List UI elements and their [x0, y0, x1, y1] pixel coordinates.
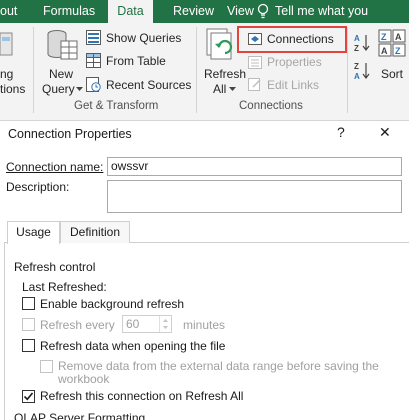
description-input[interactable]	[107, 180, 402, 213]
spinner-arrows-icon	[163, 319, 168, 329]
sort-az-icon: A Z	[354, 34, 370, 53]
recent-sources-icon	[86, 77, 101, 92]
remove-data-label-line2: workbook	[58, 372, 110, 386]
connection-name-label: Connection name:	[6, 160, 104, 174]
svg-text:A: A	[354, 72, 360, 81]
refresh-all-label-line2[interactable]: All	[213, 82, 226, 96]
svg-text:A: A	[381, 46, 388, 56]
tab-review[interactable]: Review	[173, 0, 214, 23]
sort-za-icon: Z A	[354, 62, 370, 81]
tab-usage[interactable]: Usage	[7, 221, 60, 244]
refresh-all-label-line1[interactable]: Refresh	[204, 67, 246, 81]
background-refresh-label: Enable background refresh	[40, 297, 185, 311]
refresh-minutes-spinner[interactable]: 60	[122, 315, 172, 333]
properties-button[interactable]: Properties	[267, 55, 322, 69]
refresh-every-label: Refresh every	[40, 318, 115, 332]
chevron-down-icon	[76, 87, 83, 91]
new-query-label-line2[interactable]: Query	[42, 82, 75, 96]
edit-links-icon	[248, 78, 261, 91]
ribbon-separator	[33, 27, 34, 113]
show-queries-icon	[86, 30, 101, 45]
recent-sources-button[interactable]: Recent Sources	[106, 78, 191, 92]
existing-connections-icon	[0, 32, 13, 56]
tab-view[interactable]: View	[227, 0, 254, 23]
description-label: Description:	[6, 180, 70, 194]
edit-links-button[interactable]: Edit Links	[267, 78, 319, 92]
connection-name-input[interactable]: owssvr	[107, 157, 402, 176]
dialog-title-bar: Connection Properties ? ✕	[0, 121, 409, 147]
svg-text:A: A	[354, 34, 360, 43]
new-query-icon	[47, 30, 78, 60]
sort-dialog-icon: Z A A Z	[378, 29, 406, 57]
refresh-all-label: Refresh this connection on Refresh All	[40, 389, 244, 403]
chevron-down-icon	[229, 87, 236, 91]
from-table-icon	[86, 53, 101, 68]
refresh-control-label: Refresh control	[14, 260, 96, 274]
background-refresh-checkbox[interactable]	[22, 297, 35, 310]
svg-text:Z: Z	[354, 44, 359, 53]
show-queries-button[interactable]: Show Queries	[106, 31, 181, 45]
existing-connections-partial-line1[interactable]: ng	[0, 67, 13, 81]
ribbon-body: ng tions New Query Show Queries From Tab…	[0, 23, 409, 121]
last-refreshed-label: Last Refreshed:	[22, 280, 107, 294]
refresh-on-open-label: Refresh data when opening the file	[40, 339, 226, 353]
connections-icon	[248, 33, 262, 45]
svg-text:Z: Z	[354, 62, 359, 71]
svg-text:Z: Z	[395, 46, 401, 56]
svg-text:A: A	[395, 32, 402, 42]
spinner-buttons[interactable]	[159, 316, 171, 332]
connections-button[interactable]: Connections	[267, 32, 334, 46]
svg-text:Z: Z	[381, 32, 387, 42]
refresh-on-open-checkbox[interactable]	[22, 339, 35, 352]
properties-icon	[248, 56, 262, 69]
group-label-connections: Connections	[239, 100, 303, 112]
help-button[interactable]: ?	[337, 124, 345, 140]
tab-formulas[interactable]: Formulas	[43, 0, 95, 23]
ribbon-separator	[347, 27, 348, 113]
remove-data-label-line1: Remove data from the external data range…	[58, 359, 379, 373]
tab-page-layout[interactable]: out	[0, 0, 17, 23]
refresh-minutes-value: 60	[126, 317, 140, 331]
tab-definition[interactable]: Definition	[60, 221, 130, 243]
refresh-all-icon	[206, 28, 233, 60]
refresh-every-checkbox[interactable]	[22, 318, 35, 331]
ribbon-tab-bar: out Formulas Data Review View Tell me wh…	[0, 0, 409, 23]
remove-data-checkbox[interactable]	[40, 360, 53, 373]
checkmark-icon	[23, 392, 34, 401]
close-icon[interactable]: ✕	[379, 124, 391, 141]
minutes-label: minutes	[183, 318, 226, 332]
group-label-get-transform: Get & Transform	[74, 100, 159, 112]
ribbon-separator	[196, 27, 197, 113]
lightbulb-icon	[257, 3, 269, 19]
from-table-button[interactable]: From Table	[106, 54, 166, 68]
dialog-tabs: Usage Definition	[4, 221, 409, 244]
tell-me-search[interactable]: Tell me what you	[275, 0, 368, 23]
olap-formatting-label: OLAP Server Formatting	[14, 411, 146, 420]
sort-button[interactable]: Sort	[381, 67, 403, 81]
existing-connections-partial-line2[interactable]: tions	[0, 82, 25, 96]
refresh-all-checkbox[interactable]	[22, 390, 35, 403]
new-query-label-line1[interactable]: New	[49, 67, 73, 81]
tab-data[interactable]: Data	[108, 0, 153, 23]
dialog-title: Connection Properties	[8, 127, 132, 141]
